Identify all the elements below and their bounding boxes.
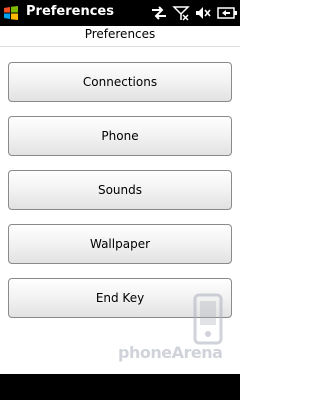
connections-button[interactable]: Connections: [8, 62, 232, 102]
watermark-text: phoneArena: [118, 343, 223, 362]
network-arrows-icon[interactable]: [150, 4, 168, 22]
speaker-mute-icon[interactable]: [194, 4, 212, 22]
wallpaper-button[interactable]: Wallpaper: [8, 224, 232, 264]
phone-button[interactable]: Phone: [8, 116, 232, 156]
status-icons: [150, 4, 238, 22]
signal-off-icon[interactable]: [172, 4, 190, 22]
page-header: Preferences: [0, 27, 240, 47]
title-bar: Preferences: [0, 0, 240, 26]
battery-icon[interactable]: [216, 4, 238, 22]
app-title: Preferences: [26, 4, 114, 19]
windows-start-icon[interactable]: [3, 5, 19, 21]
softkey-bar: [0, 374, 240, 400]
watermark: phoneArena: [118, 293, 232, 363]
sounds-button[interactable]: Sounds: [8, 170, 232, 210]
phonearena-logo-icon: [193, 293, 223, 349]
